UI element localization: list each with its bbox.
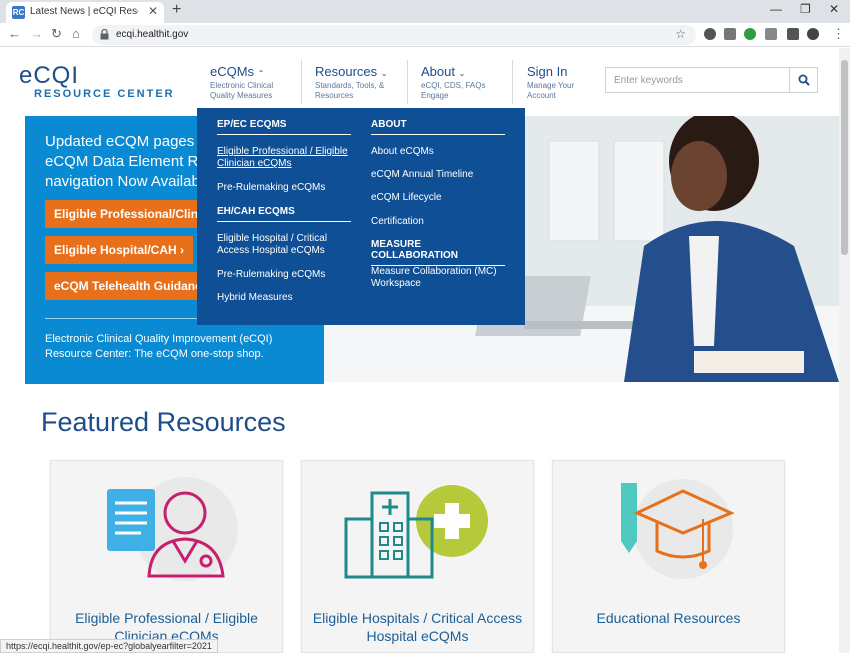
chevron-down-icon: ⌄ xyxy=(380,69,388,78)
nav-resources-sub: Standards, Tools, & Resources xyxy=(315,81,385,100)
maximize-icon[interactable]: ❐ xyxy=(800,2,811,16)
back-icon[interactable]: ← xyxy=(8,26,21,41)
dropdown-link-ecqm-lifecycle[interactable]: eCQM Lifecycle xyxy=(371,192,505,204)
search-icon xyxy=(798,74,810,86)
nav-sign-in-label: Sign In xyxy=(527,64,568,79)
dropdown-heading-eh-cah: EH/CAH eCQMs xyxy=(217,206,351,222)
chevron-up-icon: ⌃ xyxy=(257,69,265,78)
url-text: ecqi.healthit.gov xyxy=(116,29,189,40)
site-header: eCQI RESOURCE CENTER eCQMs ⌃ Electronic … xyxy=(0,48,850,116)
nav-about-sub: eCQI, CDS, FAQs Engage xyxy=(421,81,486,100)
dropdown-link-eh-pre-rulemaking[interactable]: Pre-Rulemaking eCQMs xyxy=(217,269,351,281)
eligible-professional-button[interactable]: Eligible Professional/Clinician xyxy=(45,200,220,228)
graduation-cap-icon xyxy=(621,479,735,579)
browser-tab-bar: RC Latest News | eCQI Resource Center ✕ … xyxy=(0,0,850,23)
resource-card-eh-cah-label: Eligible Hospitals / Critical Access Hos… xyxy=(312,610,523,644)
nav-sign-in-sub: Manage Your Account xyxy=(527,81,575,100)
browser-tab[interactable]: RC Latest News | eCQI Resource Center ✕ xyxy=(6,2,164,23)
extension-icon-2[interactable] xyxy=(724,28,736,40)
extension-icon-4[interactable] xyxy=(765,28,777,40)
new-tab-icon[interactable]: + xyxy=(172,1,181,19)
url-field[interactable]: ecqi.healthit.gov ☆ xyxy=(92,25,696,45)
tab-close-icon[interactable]: ✕ xyxy=(148,4,158,18)
nav-resources-label: Resources xyxy=(315,64,378,79)
bookmark-star-icon[interactable]: ☆ xyxy=(675,27,686,41)
nav-ecqms-sub: Electronic Clinical Quality Measures xyxy=(210,81,274,100)
dropdown-link-annual-timeline[interactable]: eCQM Annual Timeline xyxy=(371,169,505,181)
nav-divider xyxy=(512,60,513,104)
resource-card-eh-cah[interactable]: Eligible Hospitals / Critical Access Hos… xyxy=(301,460,534,653)
dropdown-link-ep-pre-rulemaking[interactable]: Pre-Rulemaking eCQMs xyxy=(217,182,351,194)
nav-divider xyxy=(407,60,408,104)
extension-icon-1[interactable] xyxy=(704,28,716,40)
scrollbar-thumb[interactable] xyxy=(841,60,848,255)
search-button[interactable] xyxy=(789,68,817,92)
reload-icon[interactable]: ↻ xyxy=(51,26,62,42)
address-bar-row: ← → ↻ ⌂ ecqi.healthit.gov ☆ ⋮ xyxy=(0,23,850,47)
close-window-icon[interactable]: ✕ xyxy=(829,2,839,16)
dropdown-link-mc-workspace[interactable]: Measure Collaboration (MC) Workspace xyxy=(371,266,505,290)
ecqms-dropdown-menu: EP/EC eCQMs Eligible Professional / Elig… xyxy=(197,108,525,325)
featured-resources-heading: Featured Resources xyxy=(41,407,286,437)
dropdown-link-certification[interactable]: Certification xyxy=(371,216,505,228)
nav-ecqms-label: eCQMs xyxy=(210,64,255,79)
home-icon[interactable]: ⌂ xyxy=(72,26,80,41)
hero-description: Electronic Clinical Quality Improvement … xyxy=(45,333,273,360)
extension-icon-3[interactable] xyxy=(744,28,756,40)
profile-avatar-icon[interactable] xyxy=(807,28,819,40)
resource-card-educational-label: Educational Resources xyxy=(596,610,741,626)
eligible-hospital-button[interactable]: Eligible Hospital/CAH › xyxy=(45,236,193,264)
nav-about-label: About xyxy=(421,64,455,79)
dropdown-heading-about: About xyxy=(371,119,505,135)
chevron-right-icon: › xyxy=(180,243,184,257)
resource-card-educational[interactable]: Educational Resources xyxy=(552,460,785,653)
dropdown-link-about-ecqms[interactable]: About eCQMs xyxy=(371,146,505,158)
nav-ecqms[interactable]: eCQMs ⌃ Electronic Clinical Quality Meas… xyxy=(210,64,290,101)
dropdown-heading-ep-ec: EP/EC eCQMs xyxy=(217,119,351,135)
nav-divider xyxy=(301,60,302,104)
tab-title: Latest News | eCQI Resource Center xyxy=(30,6,138,17)
hospital-icon xyxy=(344,485,488,579)
minimize-icon[interactable]: — xyxy=(770,2,782,16)
page-scrollbar[interactable] xyxy=(839,48,850,653)
logo-main[interactable]: eCQI xyxy=(19,62,79,90)
resource-card-ep-ec[interactable]: Eligible Professional / Eligible Clinici… xyxy=(50,460,283,653)
forward-icon[interactable]: → xyxy=(30,26,43,41)
menu-kebab-icon[interactable]: ⋮ xyxy=(832,26,845,42)
search-box xyxy=(605,67,818,93)
dropdown-link-hybrid-measures[interactable]: Hybrid Measures xyxy=(217,292,351,304)
status-bar-url: https://ecqi.healthit.gov/ep-ec?globalye… xyxy=(0,639,218,653)
nav-resources[interactable]: Resources ⌄ Standards, Tools, & Resource… xyxy=(315,64,395,101)
eligible-professional-button-label: Eligible Professional/Clinician xyxy=(54,207,220,221)
clinician-icon xyxy=(107,477,238,581)
telehealth-guidance-button[interactable]: eCQM Telehealth Guidance Now xyxy=(45,272,220,300)
nav-about[interactable]: About ⌄ eCQI, CDS, FAQs Engage xyxy=(421,64,501,101)
chevron-down-icon: ⌄ xyxy=(458,69,466,78)
logo-sub[interactable]: RESOURCE CENTER xyxy=(34,88,175,100)
favicon-icon: RC xyxy=(12,6,25,19)
dropdown-heading-measure-collaboration: Measure Collaboration xyxy=(371,239,505,266)
search-input[interactable] xyxy=(606,68,790,92)
lock-icon xyxy=(100,29,109,40)
dropdown-link-eh-cah-ecqms[interactable]: Eligible Hospital / Critical Access Hosp… xyxy=(217,233,351,257)
eligible-hospital-button-label: Eligible Hospital/CAH xyxy=(54,243,177,257)
telehealth-guidance-button-label: eCQM Telehealth Guidance Now xyxy=(54,279,220,293)
dropdown-link-ep-ec-ecqms[interactable]: Eligible Professional / Eligible Clinici… xyxy=(217,146,351,170)
nav-sign-in[interactable]: Sign In Manage Your Account xyxy=(527,64,587,101)
puzzle-icon[interactable] xyxy=(787,28,799,40)
